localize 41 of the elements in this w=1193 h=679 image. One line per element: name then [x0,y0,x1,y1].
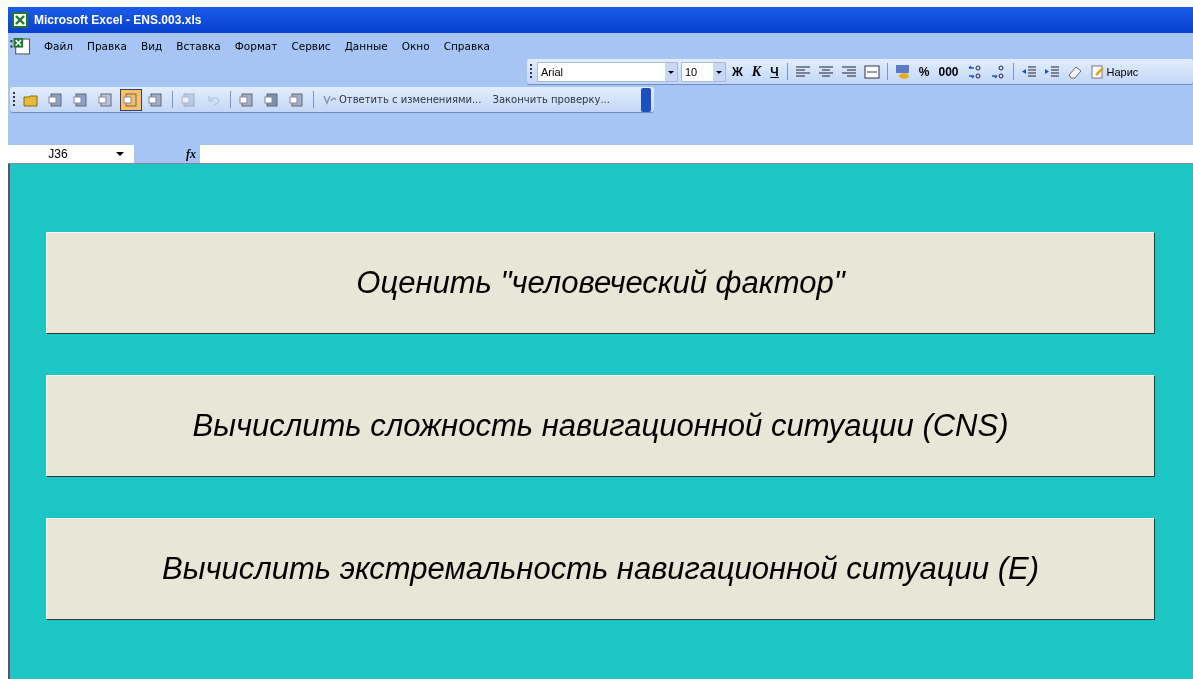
align-left-icon[interactable] [794,63,811,80]
align-center-icon[interactable] [817,63,834,80]
reply-icon [323,93,337,106]
format-button[interactable]: Ж [729,61,746,82]
format-button[interactable]: 000 [935,61,962,82]
spreadsheet-icon [12,12,28,28]
review-button[interactable]: Ответить с изменениями... [319,89,486,110]
menu-item[interactable]: Вид [135,40,169,52]
indent-icon[interactable] [1043,63,1060,80]
toolbar-options-button[interactable] [641,87,651,112]
grip-handle[interactable] [13,91,15,108]
macro-button[interactable]: Вычислить экстремальность навигационной ситуации (E) [46,518,1155,620]
grip-handle[interactable] [530,63,532,80]
macro-button[interactable]: Вычислить сложность навигационной ситуации (CNS) [46,375,1155,477]
font-dropdown[interactable]: Arial [537,61,678,82]
name-box[interactable]: J36 [8,145,108,163]
size-dropdown[interactable]: 10 [681,61,726,82]
format-button[interactable]: % [915,61,933,82]
drawing-button[interactable]: Нарис [1087,61,1139,82]
menu-item[interactable]: Сервис [285,40,337,52]
decimal-places-icon[interactable] [989,63,1006,80]
pencil-icon [1090,64,1105,79]
menu-item[interactable]: Окно [395,40,436,52]
menu-item[interactable]: Файл [38,40,79,52]
menu-item[interactable]: Вставка [170,40,227,52]
merge-cells-icon[interactable] [863,63,880,80]
decimal-places-icon[interactable] [966,63,983,80]
menu-item[interactable]: Справка [437,40,496,52]
window-title: Microsoft Excel - ENS.003.xls [34,13,202,27]
document-icon[interactable] [120,88,142,111]
menu-item[interactable]: Правка [81,40,133,52]
macro-button[interactable]: Оценить "человеческий фактор" [46,232,1155,334]
review-button[interactable]: Закончить проверку... [488,89,614,110]
menu-item[interactable]: Формат [228,40,284,52]
indent-icon[interactable] [1020,63,1037,80]
align-right-icon[interactable] [840,63,857,80]
spreadsheet-icon[interactable] [10,37,32,55]
format-button[interactable]: К [748,61,765,82]
function-label[interactable]: fx [134,145,200,163]
menu-item[interactable]: Данные [338,40,394,52]
format-button[interactable]: Ч [767,61,782,82]
